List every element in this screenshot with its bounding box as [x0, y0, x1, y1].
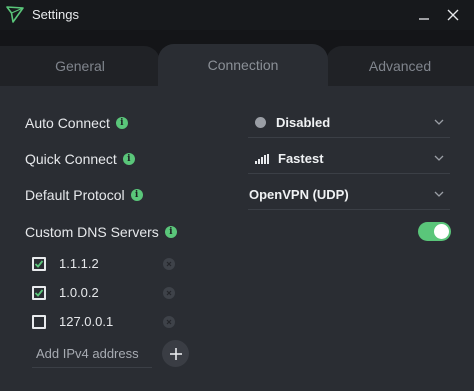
chevron-down-icon	[434, 155, 444, 161]
dns-ip: 1.0.0.2	[59, 285, 99, 300]
dns-list-item: 127.0.0.1	[32, 312, 180, 332]
custom-dns-toggle[interactable]	[418, 222, 451, 241]
info-icon[interactable]: i	[130, 189, 143, 201]
toggle-knob	[434, 224, 449, 239]
close-icon	[166, 290, 172, 296]
add-dns-button[interactable]	[162, 340, 189, 367]
plus-icon	[169, 347, 182, 360]
dns-list-item: 1.0.0.2	[32, 283, 180, 303]
chevron-down-icon	[434, 191, 444, 197]
checkmark-icon	[34, 289, 44, 297]
dns-checkbox[interactable]	[32, 315, 46, 329]
quick-connect-dropdown[interactable]: Fastest	[248, 144, 450, 174]
auto-connect-value: Disabled	[276, 115, 331, 130]
dns-list-item: 1.1.1.2	[32, 254, 180, 274]
close-icon	[166, 319, 172, 325]
auto-connect-dropdown[interactable]: Disabled	[248, 108, 450, 138]
custom-dns-row-label: Custom DNS Servers i	[25, 224, 177, 240]
default-protocol-value: OpenVPN (UDP)	[249, 187, 349, 202]
info-icon[interactable]: i	[115, 117, 128, 129]
chevron-down-icon	[434, 119, 444, 125]
info-icon[interactable]: i	[164, 226, 177, 238]
dns-ip: 127.0.0.1	[59, 314, 114, 329]
quick-connect-value: Fastest	[278, 151, 324, 166]
remove-dns-button[interactable]	[163, 316, 175, 328]
close-icon	[447, 9, 459, 21]
remove-dns-button[interactable]	[163, 258, 175, 270]
tab-connection[interactable]: Connection	[158, 44, 328, 86]
checkmark-icon	[34, 260, 44, 268]
remove-dns-button[interactable]	[163, 287, 175, 299]
dns-checkbox[interactable]	[32, 257, 46, 271]
auto-connect-row-label: Auto Connect i	[25, 115, 128, 131]
title-bar: Settings	[0, 0, 474, 30]
quick-connect-label: Quick Connect	[25, 151, 117, 167]
window-title: Settings	[32, 7, 79, 22]
status-dot-icon	[255, 117, 266, 128]
protonvpn-logo-icon	[6, 6, 24, 23]
tab-general[interactable]: General	[0, 46, 160, 86]
tab-advanced[interactable]: Advanced	[326, 46, 474, 86]
dns-ip: 1.1.1.2	[59, 256, 99, 271]
quick-connect-row-label: Quick Connect i	[25, 151, 135, 167]
minimize-button[interactable]	[412, 4, 436, 26]
add-ipv4-input[interactable]: Add IPv4 address	[32, 340, 152, 368]
tab-bar: General Advanced Connection	[0, 30, 474, 86]
custom-dns-label: Custom DNS Servers	[25, 224, 159, 240]
dns-checkbox[interactable]	[32, 286, 46, 300]
default-protocol-dropdown[interactable]: OpenVPN (UDP)	[248, 180, 450, 210]
default-protocol-label: Default Protocol	[25, 187, 125, 203]
signal-bars-icon	[255, 153, 269, 164]
info-icon[interactable]: i	[122, 153, 135, 165]
add-ipv4-placeholder: Add IPv4 address	[36, 346, 139, 361]
minimize-icon	[419, 18, 429, 20]
auto-connect-label: Auto Connect	[25, 115, 110, 131]
close-button[interactable]	[441, 4, 465, 26]
default-protocol-row-label: Default Protocol i	[25, 187, 143, 203]
close-icon	[166, 261, 172, 267]
